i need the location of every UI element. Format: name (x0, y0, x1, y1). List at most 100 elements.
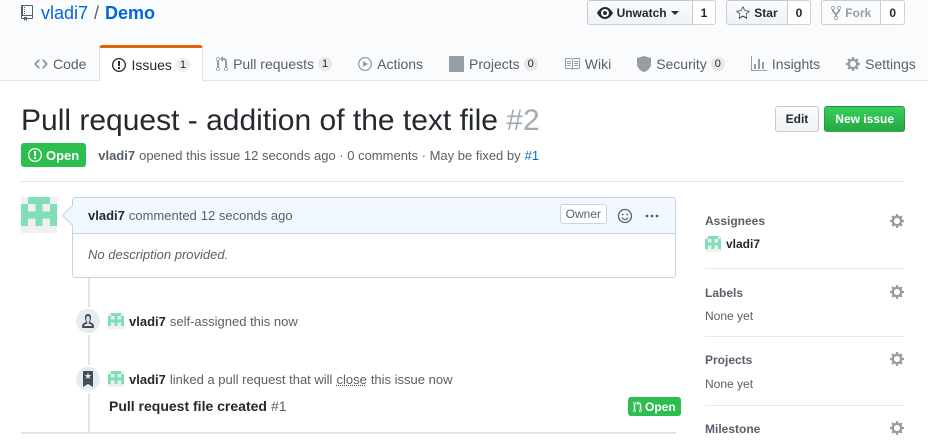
timeline-line (88, 278, 90, 432)
tab-projects[interactable]: Projects 0 (436, 45, 551, 81)
assignee-item[interactable]: vladi7 (705, 236, 760, 252)
repo-title: vladi7 / Demo (21, 2, 155, 24)
play-icon (358, 56, 377, 72)
comment-author-link[interactable]: vladi7 (88, 208, 125, 223)
event-text-after: this issue now (370, 371, 453, 387)
event-text-before: linked a pull request that will (169, 371, 333, 387)
assignee-name: vladi7 (726, 237, 761, 251)
avatar[interactable] (108, 371, 124, 387)
event-self-assigned: vladi7 self-assigned this now (74, 307, 298, 335)
repo-owner-link[interactable]: vladi7 (41, 3, 88, 24)
unwatch-label: Unwatch (616, 5, 667, 20)
issue-sidebar: Assignees vladi7 Labels None yet Project… (705, 197, 904, 436)
assignees-heading: Assignees (705, 214, 766, 228)
repo-name-link[interactable]: Demo (105, 3, 155, 24)
gear-icon[interactable] (890, 284, 904, 300)
issue-state-badge: Open (21, 143, 87, 167)
star-icon (736, 5, 754, 21)
owner-label: Owner (559, 204, 607, 224)
git-pull-request-icon (216, 55, 233, 72)
issue-author-link[interactable]: vladi7 (98, 148, 135, 163)
comment-timestamp[interactable]: 12 seconds ago (201, 208, 293, 223)
issue-title: Pull request - addition of the text file… (21, 103, 540, 139)
sidebar-labels: Labels None yet (705, 269, 904, 337)
fixed-by-link[interactable]: #1 (525, 148, 539, 163)
projects-counter: 0 (523, 56, 538, 71)
tab-actions-label: Actions (377, 55, 424, 72)
unwatch-button[interactable]: Unwatch (586, 0, 693, 25)
close-keyword: close (336, 371, 367, 387)
linked-pr-title-text: Pull request file created (109, 398, 267, 414)
new-issue-button[interactable]: New issue (824, 106, 905, 132)
header-divider (21, 181, 904, 182)
repo-header: vladi7 / Demo Unwatch 1 Star 0 Fork 0 Co… (0, 0, 928, 82)
issue-meta: Open vladi7 opened this issue 12 seconds… (21, 143, 539, 167)
smiley-icon[interactable] (617, 208, 633, 224)
comment: vladi7 commented 12 seconds ago Owner No… (72, 197, 676, 278)
issue-title-text: Pull request - addition of the text file (21, 104, 498, 137)
star-button[interactable]: Star (726, 0, 788, 25)
fork-button[interactable]: Fork (821, 0, 882, 25)
sidebar-milestone: Milestone (705, 406, 904, 436)
gear-icon[interactable] (890, 420, 904, 436)
book-icon (564, 56, 585, 72)
tab-settings-label: Settings (865, 55, 916, 72)
graph-icon (750, 55, 772, 72)
repo-icon (21, 5, 33, 21)
tab-code[interactable]: Code (21, 45, 99, 81)
forks-count[interactable]: 0 (881, 0, 905, 25)
code-icon (34, 56, 53, 72)
project-icon (449, 55, 469, 72)
sidebar-assignees: Assignees vladi7 (705, 197, 904, 269)
labels-heading: Labels (705, 286, 744, 300)
gear-icon[interactable] (890, 351, 904, 367)
tab-security[interactable]: Security 0 (624, 45, 738, 81)
repo-actions: Unwatch 1 Star 0 Fork 0 (577, 0, 905, 25)
watchers-count[interactable]: 1 (692, 0, 717, 25)
avatar[interactable] (21, 197, 57, 233)
linked-pr-title[interactable]: Pull request file created #1 (109, 398, 287, 414)
event-author-link[interactable]: vladi7 (129, 314, 166, 329)
tab-issues[interactable]: Issues 1 (99, 45, 204, 82)
fork-label: Fork (845, 5, 872, 20)
tab-settings[interactable]: Settings (833, 45, 928, 81)
kebab-horizontal-icon[interactable] (644, 208, 660, 224)
bookmark-icon (74, 365, 102, 393)
tab-actions[interactable]: Actions (345, 45, 436, 81)
issue-opened-icon (28, 147, 46, 163)
event-text: self-assigned this now (169, 313, 298, 329)
tab-insights[interactable]: Insights (738, 45, 833, 81)
linked-pr-state-label: Open (645, 399, 676, 414)
edit-button[interactable]: Edit (774, 106, 820, 132)
linked-pr-number: #1 (270, 398, 287, 414)
security-counter: 0 (710, 56, 725, 71)
shield-icon (637, 55, 656, 72)
tab-wiki[interactable]: Wiki (551, 45, 624, 81)
repo-path-separator: / (94, 2, 100, 23)
tab-pull-requests[interactable]: Pull requests 1 (203, 45, 345, 81)
gear-icon[interactable] (890, 213, 904, 229)
milestone-heading: Milestone (705, 422, 761, 436)
projects-value: None yet (705, 377, 754, 391)
issue-number: #2 (506, 104, 540, 137)
caret-down-icon (670, 9, 683, 17)
person-icon (74, 307, 102, 335)
stars-count[interactable]: 0 (787, 0, 812, 25)
star-group: Star 0 (726, 0, 812, 25)
issues-counter: 1 (175, 58, 191, 72)
avatar (705, 236, 721, 252)
tab-code-label: Code (53, 55, 87, 72)
tab-issues-label: Issues (131, 57, 172, 73)
gear-icon (846, 56, 865, 72)
fork-group: Fork 0 (821, 0, 905, 25)
comment-body: No description provided. (88, 247, 229, 262)
avatar[interactable] (108, 313, 124, 329)
tab-pull-requests-label: Pull requests (233, 55, 314, 72)
event-linked-pr: vladi7 linked a pull request that will c… (74, 365, 452, 393)
repo-nav: Code Issues 1 Pull requests 1 Actions Pr… (21, 45, 928, 82)
star-label: Star (754, 5, 778, 20)
event-author-link[interactable]: vladi7 (129, 372, 166, 387)
watch-group: Unwatch 1 (586, 0, 717, 25)
tab-wiki-label: Wiki (584, 55, 612, 72)
git-pull-request-icon (633, 400, 645, 413)
